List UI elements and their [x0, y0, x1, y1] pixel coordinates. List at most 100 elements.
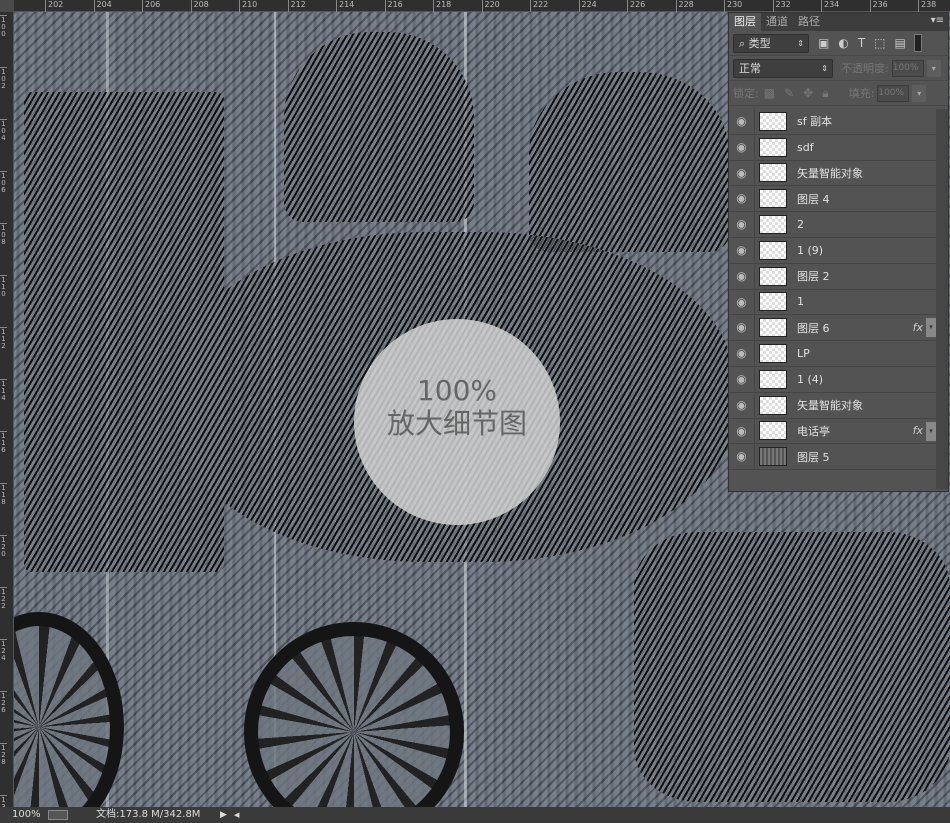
layer-name: 矢量智能对象: [797, 399, 863, 413]
visibility-eye-icon[interactable]: ◉: [729, 392, 755, 418]
panel-menu-icon[interactable]: ▾≡: [931, 15, 944, 26]
layer-row[interactable]: ◉ 2: [729, 212, 937, 238]
layer-row[interactable]: ◉ 图层 6 fx ▾: [729, 315, 937, 342]
opacity-input[interactable]: 100%: [891, 59, 924, 77]
layer-thumbnail: [759, 395, 787, 415]
zoom-level[interactable]: 100%: [12, 807, 41, 823]
fx-icon[interactable]: fx: [913, 321, 923, 334]
fill-dropdown[interactable]: ▾: [912, 84, 927, 102]
fx-expand-icon[interactable]: ▾: [926, 421, 936, 441]
status-bar: 100% 文档:173.8 M/342.8M ▶ ◀: [0, 807, 950, 823]
layer-thumbnail: [759, 344, 787, 364]
layer-name: 图层 5: [797, 450, 830, 464]
ruler-label: 100: [0, 15, 7, 38]
visibility-eye-icon[interactable]: ◉: [729, 341, 755, 366]
layer-row[interactable]: ◉ 电话亭 fx ▾: [729, 418, 937, 445]
fx-icon[interactable]: fx: [913, 424, 923, 437]
visibility-eye-icon[interactable]: ◉: [729, 289, 755, 315]
visibility-eye-icon[interactable]: ◉: [729, 418, 755, 444]
layer-name: 2: [797, 218, 804, 232]
visibility-eye-icon[interactable]: ◉: [729, 444, 755, 470]
ruler-label: 216: [384, 0, 403, 12]
scroll-left-icon[interactable]: ◀: [234, 807, 239, 823]
ruler-label: 122: [0, 587, 7, 610]
layer-row[interactable]: ◉ 1 (9): [729, 237, 937, 264]
visibility-eye-icon[interactable]: ◉: [729, 366, 755, 392]
lock-paint-icon[interactable]: ✎: [784, 86, 794, 100]
tab-layers[interactable]: 图层: [729, 13, 761, 31]
layer-row[interactable]: ◉ sf 副本: [729, 109, 937, 135]
layer-row[interactable]: ◉ 矢量智能对象: [729, 392, 937, 419]
layer-name: 1: [797, 295, 804, 309]
lock-move-icon[interactable]: ✥: [803, 86, 813, 100]
ruler-label: 226: [627, 0, 645, 12]
type-filter-icon[interactable]: T: [858, 36, 865, 50]
layer-name: 图层 6: [797, 321, 830, 335]
layer-row[interactable]: ◉ 图层 5: [729, 444, 937, 471]
visibility-eye-icon[interactable]: ◉: [729, 315, 755, 341]
ruler-label: 202: [45, 0, 63, 12]
vertical-ruler[interactable]: 100 102 104 106 108 110 112 114 116 118 120 122 124 1…: [0, 12, 14, 818]
ruler-label: 206: [142, 0, 160, 12]
doc-size: 文档:173.8 M/342.8M: [96, 809, 201, 820]
ruler-label: 230: [724, 0, 742, 12]
layers-scrollbar[interactable]: [936, 109, 948, 489]
layer-row[interactable]: ◉ 图层 2: [729, 263, 937, 290]
opacity-label: 不透明度:: [841, 62, 889, 75]
visibility-eye-icon[interactable]: ◉: [729, 212, 755, 237]
cylinder: [634, 532, 950, 802]
search-icon: ⌕: [739, 36, 746, 50]
ruler-label: 232: [772, 0, 791, 12]
ruler-label: 208: [190, 0, 209, 12]
ruler-label: 228: [675, 0, 694, 12]
fill-input[interactable]: 100%: [877, 84, 910, 102]
shape-filter-icon[interactable]: ⬚: [874, 36, 885, 50]
layer-list: ◉ sf 副本 ◉ sdf ◉ 矢量智能对象 ◉ 图层 4 ◉ 2 ◉ 1 (9) ◉ 图层 2 ◉ 1 ◉ 图层…: [729, 109, 937, 471]
tab-paths[interactable]: 路径: [793, 13, 825, 31]
opacity-dropdown[interactable]: ▾: [926, 59, 941, 77]
layers-panel: 图层 通道 路径 ▾≡ ⌕ 类型 ⇕ ▣ ◐ T ⬚ ▤ 正常 ⇕ 不透明度: 10…: [728, 12, 949, 492]
visibility-eye-icon[interactable]: ◉: [729, 134, 755, 160]
layer-row[interactable]: ◉ LP: [729, 341, 937, 367]
lock-transparent-icon[interactable]: ▩: [764, 86, 775, 100]
lock-all-icon[interactable]: 🔒︎: [822, 86, 828, 101]
horizontal-ruler[interactable]: 202 204 206 208 210 212 214 216 218 220 222 224 226 2…: [14, 0, 950, 12]
layer-thumbnail: [759, 111, 787, 131]
adjustment-filter-icon[interactable]: ◐: [838, 36, 848, 50]
ruler-label: 222: [530, 0, 548, 12]
layer-name: 1 (9): [797, 243, 824, 257]
visibility-eye-icon[interactable]: ◉: [729, 263, 755, 289]
layer-name: 图层 4: [797, 192, 830, 206]
layer-thumbnail: [759, 189, 787, 209]
ruler-label: 238: [918, 0, 936, 12]
filter-toggle[interactable]: [913, 34, 922, 52]
ruler-label: 124: [0, 639, 7, 662]
lock-row: 锁定: ▩ ✎ ✥ 🔒︎ 填充: 100% ▾: [729, 81, 948, 106]
layer-row[interactable]: ◉ 矢量智能对象: [729, 160, 937, 187]
fx-expand-icon[interactable]: ▾: [926, 318, 936, 338]
filter-row: ⌕ 类型 ⇕ ▣ ◐ T ⬚ ▤: [729, 31, 948, 56]
tab-channels[interactable]: 通道: [761, 13, 793, 31]
ruler-label: 218: [433, 0, 451, 12]
ruler-label: 214: [336, 0, 354, 12]
visibility-eye-icon[interactable]: ◉: [729, 186, 755, 212]
smart-object-filter-icon[interactable]: ▤: [895, 36, 906, 50]
ruler-label: 110: [0, 275, 7, 298]
layer-row[interactable]: ◉ 1 (4): [729, 366, 937, 393]
layer-row[interactable]: ◉ 图层 4: [729, 186, 937, 213]
status-menu-arrow-icon[interactable]: ▶: [220, 807, 227, 823]
layer-thumbnail: [759, 163, 787, 183]
visibility-eye-icon[interactable]: ◉: [729, 237, 755, 263]
layer-row[interactable]: ◉ 1: [729, 289, 937, 316]
ruler-label: 224: [578, 0, 597, 12]
preview-icon[interactable]: [48, 810, 68, 820]
overlay-caption: 放大细节图: [386, 407, 527, 440]
visibility-eye-icon[interactable]: ◉: [729, 160, 755, 186]
ruler-label: 234: [821, 0, 839, 12]
image-filter-icon[interactable]: ▣: [818, 36, 829, 50]
layer-row[interactable]: ◉ sdf: [729, 134, 937, 161]
blend-mode-select[interactable]: 正常 ⇕: [733, 58, 833, 78]
filter-select[interactable]: ⌕ 类型 ⇕: [733, 33, 809, 53]
layer-name: 图层 2: [797, 270, 830, 284]
visibility-eye-icon[interactable]: ◉: [729, 109, 755, 134]
